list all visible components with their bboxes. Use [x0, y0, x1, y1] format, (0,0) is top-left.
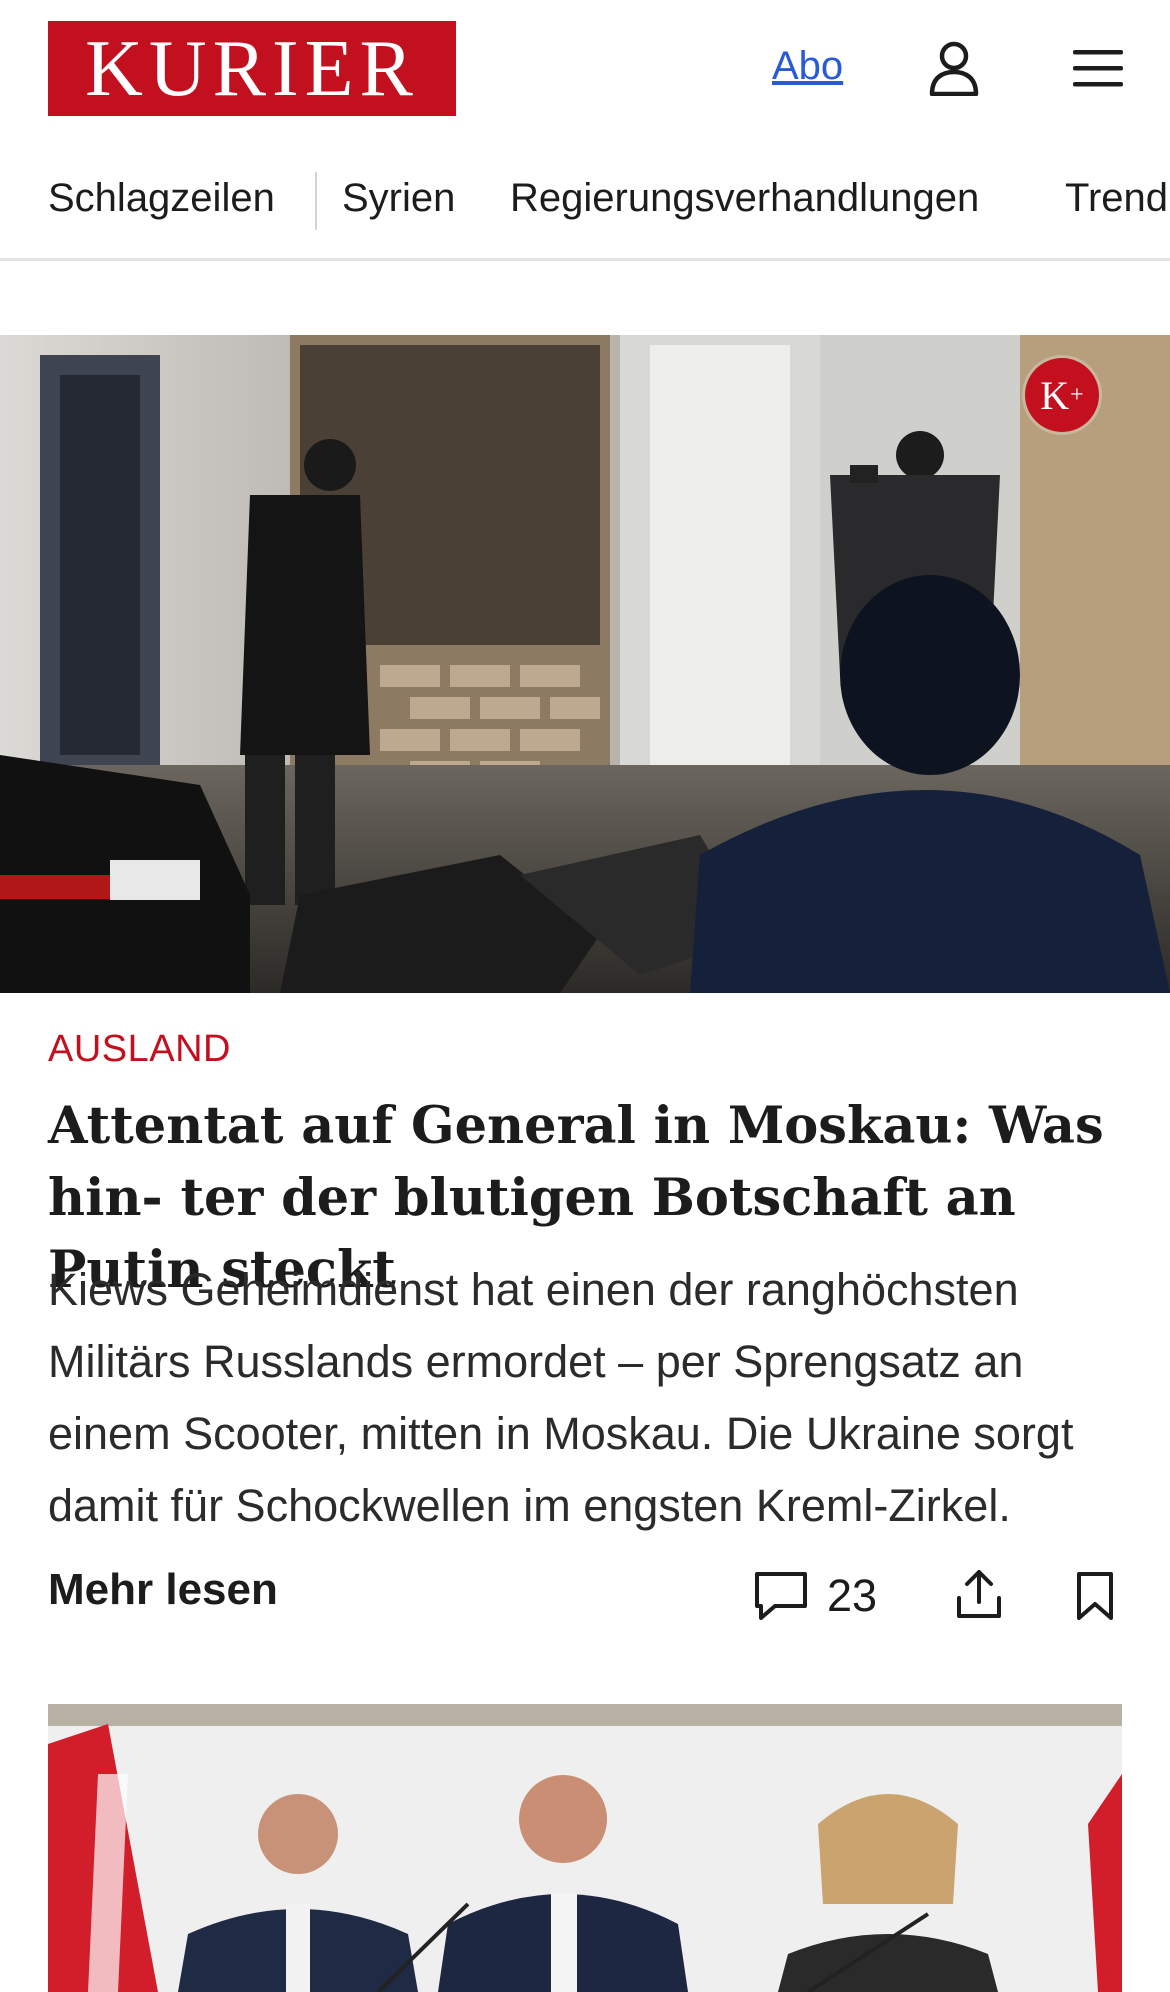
kurier-logo[interactable]: KURIER [48, 21, 456, 116]
nav-item-schlagzeilen[interactable]: Schlagzeilen [48, 176, 275, 221]
nav-item-syrien[interactable]: Syrien [342, 176, 455, 221]
topic-nav: Schlagzeilen Syrien Regierungsverhandlun… [0, 158, 1170, 261]
nav-item-regierungsverhandlungen[interactable]: Regierungsverhandlungen [510, 176, 979, 221]
share-icon[interactable] [955, 1566, 1003, 1622]
kplus-badge-plus: + [1070, 381, 1084, 408]
site-header: KURIER Abo [0, 0, 1170, 140]
bookmark-icon[interactable] [1075, 1570, 1115, 1622]
kplus-badge: K + [1025, 358, 1099, 432]
read-more-link[interactable]: Mehr lesen [48, 1565, 278, 1615]
second-article-image[interactable] [48, 1704, 1122, 1992]
abo-link[interactable]: Abo [772, 44, 843, 89]
article-teaser[interactable]: Kiews Geheimdienst hat einen der ranghöc… [48, 1254, 1138, 1542]
comment-count[interactable]: 23 [827, 1570, 877, 1622]
hamburger-menu-icon[interactable] [1071, 44, 1125, 92]
user-icon[interactable] [928, 40, 980, 96]
nav-item-trend[interactable]: Trend [1065, 176, 1168, 221]
comment-icon[interactable] [753, 1570, 809, 1622]
article-category[interactable]: AUSLAND [48, 1028, 231, 1071]
kplus-badge-letter: K [1040, 372, 1070, 418]
article-hero-image[interactable] [0, 335, 1170, 993]
nav-divider [315, 172, 317, 230]
